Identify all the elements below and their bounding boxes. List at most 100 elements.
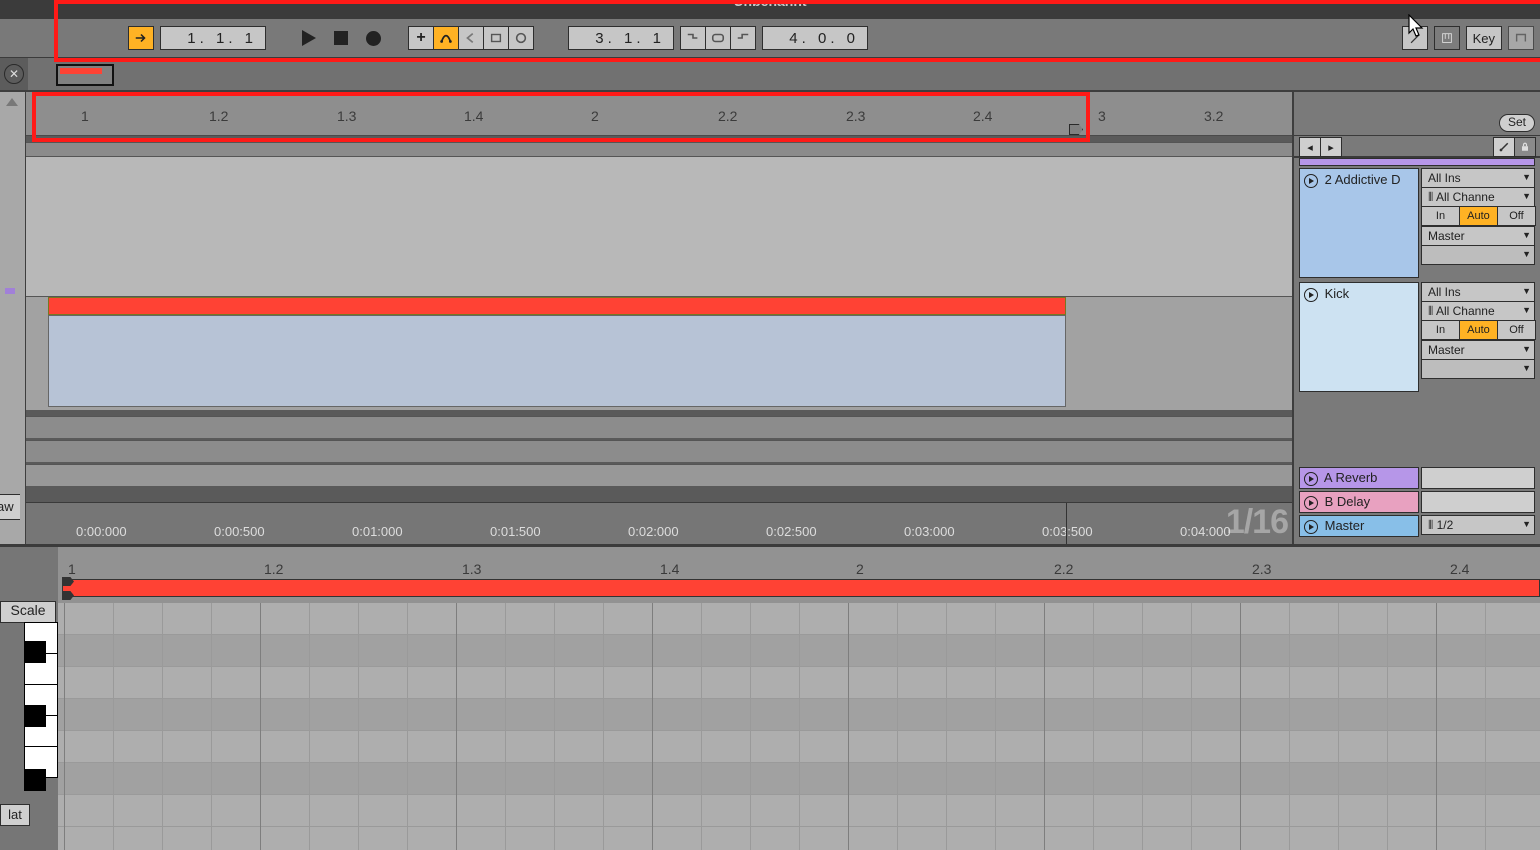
midi-clip-header[interactable] (48, 297, 1066, 315)
close-x-icon: ✕ (4, 64, 24, 84)
ruler-tick: 1.4 (464, 108, 483, 124)
audio-to-dropdown[interactable]: Master (1421, 340, 1535, 360)
back-to-arr-button[interactable]: aw (0, 494, 20, 520)
locator-lane[interactable] (26, 142, 1292, 156)
return-track-b[interactable]: B Delay (1294, 490, 1540, 514)
output-sub-dropdown[interactable] (1421, 359, 1535, 379)
loop-button[interactable] (705, 26, 731, 50)
track-header-kick[interactable]: Kick All Ins ⦀ All Channe In Auto Off Ma… (1294, 280, 1540, 394)
ruler-tick: 2.2 (718, 108, 737, 124)
loop-length[interactable]: 4. 0. 0 (762, 26, 868, 50)
return-lane-b[interactable] (26, 440, 1292, 462)
lock-envelopes-button[interactable] (1514, 137, 1536, 157)
monitor-auto[interactable]: Auto (1459, 320, 1498, 340)
overdub-plus-button[interactable] (408, 26, 434, 50)
midi-clip-body[interactable] (48, 315, 1066, 407)
playhead-marker (1066, 503, 1067, 544)
beat-ruler[interactable]: 1 1.2 1.3 1.4 2 2.2 2.3 2.4 3 3.2 (26, 92, 1292, 136)
track-name-label: Kick (1325, 286, 1350, 301)
track-lane-addictive[interactable] (26, 156, 1292, 296)
play-button[interactable] (296, 26, 322, 50)
time-tick: 0:03:000 (904, 524, 955, 539)
overview-close[interactable]: ✕ (0, 58, 28, 90)
set-button[interactable]: Set (1499, 114, 1535, 132)
time-ruler[interactable]: 1/16 0:00:000 0:00:500 0:01:000 0:01:500… (26, 502, 1292, 544)
return-track-a[interactable]: A Reverb (1294, 466, 1540, 490)
ruler-tick: 1.2 (209, 108, 228, 124)
audio-from-dropdown[interactable]: All Ins (1421, 168, 1535, 188)
follow-button[interactable] (128, 26, 154, 50)
return-name[interactable]: A Reverb (1299, 467, 1419, 489)
clip-view: 1 1.2 1.3 1.4 2 2.2 2.3 2.4 Scale (0, 544, 1540, 850)
reenable-automation-button[interactable] (458, 26, 484, 50)
clip-beat-ruler[interactable]: 1 1.2 1.3 1.4 2 2.2 2.3 2.4 (58, 547, 1540, 603)
monitor-auto[interactable]: Auto (1459, 206, 1498, 226)
loop-group (680, 26, 756, 50)
scale-button[interactable]: Scale (0, 601, 56, 623)
arrangement-overview[interactable]: ✕ (0, 58, 1540, 92)
track-name[interactable]: Kick (1299, 282, 1419, 392)
flat-sharp-button[interactable]: lat (0, 804, 30, 826)
draw-mode-button[interactable] (1402, 26, 1428, 50)
clip-view-side (0, 547, 58, 603)
time-tick: 0:00:000 (76, 524, 127, 539)
stop-button[interactable] (328, 26, 354, 50)
arrangement-gutter: aw (0, 92, 26, 544)
overview-visible-window[interactable] (56, 64, 114, 86)
track-name-label: 2 Addictive D (1325, 172, 1401, 187)
capture-button[interactable] (483, 26, 509, 50)
automation-arm-button[interactable] (433, 26, 459, 50)
arrangement-timeline[interactable]: 1 1.2 1.3 1.4 2 2.2 2.3 2.4 3 3.2 (26, 92, 1294, 544)
time-tick: 0:01:000 (352, 524, 403, 539)
next-locator-button[interactable]: ▸ (1320, 137, 1342, 157)
record-button[interactable] (360, 26, 386, 50)
punch-in-button[interactable] (680, 26, 706, 50)
track-fold-icon[interactable] (1304, 288, 1318, 302)
monitor-off[interactable]: Off (1497, 206, 1536, 226)
time-tick: 0:02:500 (766, 524, 817, 539)
punch-out-button[interactable] (730, 26, 756, 50)
track-header-addictive[interactable]: 2 Addictive D All Ins ⦀ All Channe In Au… (1294, 166, 1540, 280)
master-name[interactable]: Master (1299, 515, 1419, 537)
midi-map-button[interactable] (1508, 26, 1534, 50)
channel-dropdown[interactable]: ⦀ All Channe (1421, 187, 1535, 207)
loop-start-flag-icon[interactable] (62, 577, 74, 586)
master-track[interactable]: Master ⦀ 1/2 (1294, 514, 1540, 538)
automation-group (408, 26, 534, 50)
unfold-tracks-icon[interactable] (6, 98, 18, 106)
arrangement-position[interactable]: 1. 1. 1 (160, 26, 266, 50)
ruler-tick: 1.3 (337, 108, 356, 124)
session-record-button[interactable] (508, 26, 534, 50)
return-slot[interactable] (1421, 467, 1535, 489)
master-lane[interactable] (26, 464, 1292, 486)
stop-icon (334, 31, 348, 45)
channel-dropdown[interactable]: ⦀ All Channe (1421, 301, 1535, 321)
midi-note-grid[interactable]: Scale lat (58, 603, 1540, 850)
automation-mode-button[interactable] (1493, 137, 1515, 157)
audio-to-dropdown[interactable]: Master (1421, 226, 1535, 246)
play-position[interactable]: 3. 1. 1 (568, 26, 674, 50)
master-output-dropdown[interactable]: ⦀ 1/2 (1421, 515, 1535, 535)
ruler-tick: 2 (591, 108, 599, 124)
start-marker-flag-icon[interactable] (62, 591, 74, 600)
return-name[interactable]: B Delay (1299, 491, 1419, 513)
monitor-off[interactable]: Off (1497, 320, 1536, 340)
loop-end-flag-icon[interactable] (1069, 124, 1083, 135)
track-name[interactable]: 2 Addictive D (1299, 168, 1419, 278)
return-slot[interactable] (1421, 491, 1535, 513)
time-tick: 0:01:500 (490, 524, 541, 539)
monitor-in[interactable]: In (1421, 206, 1460, 226)
output-sub-dropdown[interactable] (1421, 245, 1535, 265)
loop-region-bar[interactable] (62, 579, 1540, 597)
audio-from-dropdown[interactable]: All Ins (1421, 282, 1535, 302)
overview-clip-indicator (60, 68, 102, 74)
return-lane-a[interactable] (26, 416, 1292, 438)
transport-bar: 1. 1. 1 3. 1. 1 (0, 18, 1540, 58)
computer-midi-keyboard-button[interactable] (1434, 26, 1460, 50)
key-map-button[interactable]: Key (1466, 26, 1502, 50)
monitor-in[interactable]: In (1421, 320, 1460, 340)
prev-locator-button[interactable]: ◂ (1299, 137, 1321, 157)
track-fold-icon[interactable] (1304, 174, 1318, 188)
piano-keys[interactable] (24, 623, 58, 778)
track-lane-kick[interactable] (26, 296, 1292, 410)
